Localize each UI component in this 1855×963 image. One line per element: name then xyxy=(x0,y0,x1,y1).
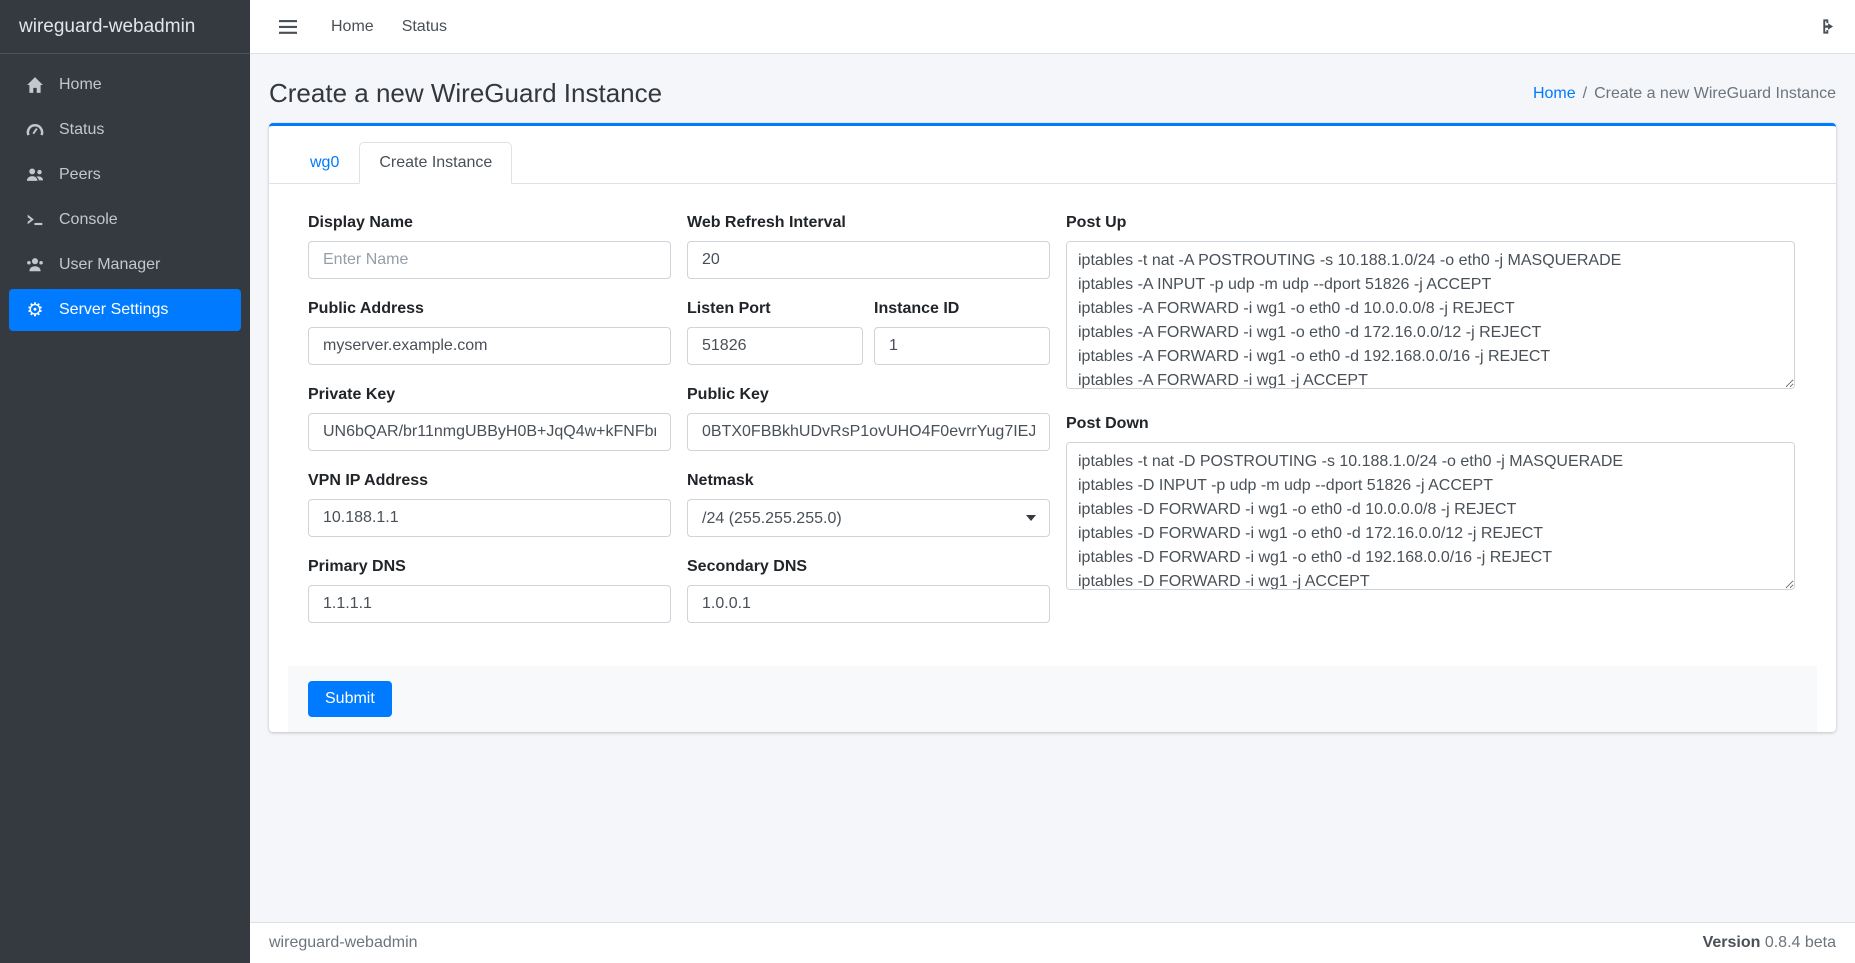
listen-port-group: Listen Port xyxy=(687,300,863,365)
home-icon xyxy=(23,76,47,94)
submit-button[interactable]: Submit xyxy=(308,681,392,717)
sidebar-item-peers[interactable]: Peers xyxy=(9,154,241,196)
primary-dns-label: Primary DNS xyxy=(308,558,671,576)
sidebar-item-server-settings[interactable]: ⚙ Server Settings xyxy=(9,289,241,331)
primary-dns-group: Primary DNS xyxy=(308,558,671,623)
public-address-group: Public Address xyxy=(308,300,671,365)
content-header: Create a new WireGuard Instance Home / Cre… xyxy=(269,54,1836,123)
topnav-link-home[interactable]: Home xyxy=(317,14,388,40)
web-refresh-group: Web Refresh Interval xyxy=(687,214,1050,279)
sidebar-item-label: Home xyxy=(59,76,102,94)
footer-version-label: Version xyxy=(1703,934,1761,951)
main-column: Home Status Create a new WireGuard Insta… xyxy=(250,0,1855,963)
gears-icon: ⚙ xyxy=(23,301,47,320)
page-title: Create a new WireGuard Instance xyxy=(269,78,662,109)
terminal-icon xyxy=(23,211,47,229)
post-down-textarea[interactable]: iptables -t nat -D POSTROUTING -s 10.188… xyxy=(1066,442,1795,590)
app-root: wireguard-webadmin Home Status Peers xyxy=(0,0,1855,963)
post-down-label: Post Down xyxy=(1066,415,1795,433)
sidebar: wireguard-webadmin Home Status Peers xyxy=(0,0,250,963)
instance-id-label: Instance ID xyxy=(874,300,1050,318)
top-navbar: Home Status xyxy=(250,0,1855,54)
sidebar-item-console[interactable]: Console xyxy=(9,199,241,241)
sidebar-menu: Home Status Peers Console xyxy=(0,54,250,334)
breadcrumb-current: Create a new WireGuard Instance xyxy=(1594,85,1836,102)
listen-port-input[interactable] xyxy=(687,327,863,365)
tab-wg0[interactable]: wg0 xyxy=(290,142,359,184)
sidebar-brand[interactable]: wireguard-webadmin xyxy=(0,0,250,54)
vpn-ip-label: VPN IP Address xyxy=(308,472,671,490)
private-key-input[interactable] xyxy=(308,413,671,451)
footer-version: Version 0.8.4 beta xyxy=(1703,934,1836,952)
footer-version-value: 0.8.4 beta xyxy=(1765,934,1836,951)
breadcrumb-home-link[interactable]: Home xyxy=(1533,85,1576,102)
page-footer: wireguard-webadmin Version 0.8.4 beta xyxy=(250,922,1855,963)
netmask-select[interactable]: /24 (255.255.255.0) xyxy=(687,499,1050,537)
sidebar-item-label: Status xyxy=(59,121,104,139)
private-key-label: Private Key xyxy=(308,386,671,404)
sidebar-item-label: Server Settings xyxy=(59,301,168,319)
sidebar-item-status[interactable]: Status xyxy=(9,109,241,151)
instance-form: Display Name Public Address Private Key xyxy=(269,184,1836,662)
public-address-input[interactable] xyxy=(308,327,671,365)
instance-id-group: Instance ID xyxy=(874,300,1050,365)
public-key-input[interactable] xyxy=(687,413,1050,451)
footer-brand: wireguard-webadmin xyxy=(269,934,418,952)
content-area: Create a new WireGuard Instance Home / Cre… xyxy=(250,54,1855,922)
topnav-link-status[interactable]: Status xyxy=(388,14,461,40)
form-column-1: Display Name Public Address Private Key xyxy=(308,214,671,644)
form-column-3: Post Up iptables -t nat -A POSTROUTING -… xyxy=(1066,214,1795,644)
tab-create-instance[interactable]: Create Instance xyxy=(359,142,512,184)
secondary-dns-input[interactable] xyxy=(687,585,1050,623)
menu-icon[interactable] xyxy=(269,15,307,39)
instance-id-input[interactable] xyxy=(874,327,1050,365)
sidebar-item-home[interactable]: Home xyxy=(9,64,241,106)
display-name-input[interactable] xyxy=(308,241,671,279)
sidebar-item-label: Console xyxy=(59,211,118,229)
post-up-label: Post Up xyxy=(1066,214,1795,232)
sidebar-item-user-manager[interactable]: User Manager xyxy=(9,244,241,286)
netmask-group: Netmask /24 (255.255.255.0) xyxy=(687,472,1050,537)
instance-tabs: wg0 Create Instance xyxy=(269,126,1836,184)
form-column-2: Web Refresh Interval Listen Port Instanc… xyxy=(687,214,1050,644)
gauge-icon xyxy=(23,121,47,139)
private-key-group: Private Key xyxy=(308,386,671,451)
breadcrumb-separator: / xyxy=(1583,85,1587,102)
display-name-group: Display Name xyxy=(308,214,671,279)
secondary-dns-label: Secondary DNS xyxy=(687,558,1050,576)
port-id-row: Listen Port Instance ID xyxy=(687,300,1050,365)
public-key-group: Public Key xyxy=(687,386,1050,451)
sidebar-item-label: Peers xyxy=(59,166,101,184)
form-footer: Submit xyxy=(288,666,1817,732)
sign-out-icon[interactable] xyxy=(1813,13,1836,40)
netmask-select-wrap: /24 (255.255.255.0) xyxy=(687,499,1050,537)
display-name-label: Display Name xyxy=(308,214,671,232)
listen-port-label: Listen Port xyxy=(687,300,863,318)
users-icon xyxy=(23,166,47,184)
public-address-label: Public Address xyxy=(308,300,671,318)
instance-card: wg0 Create Instance Display Name Public … xyxy=(269,123,1836,732)
public-key-label: Public Key xyxy=(687,386,1050,404)
breadcrumb: Home / Create a new WireGuard Instance xyxy=(1533,85,1836,103)
primary-dns-input[interactable] xyxy=(308,585,671,623)
web-refresh-input[interactable] xyxy=(687,241,1050,279)
sidebar-item-label: User Manager xyxy=(59,256,160,274)
post-up-textarea[interactable]: iptables -t nat -A POSTROUTING -s 10.188… xyxy=(1066,241,1795,389)
vpn-ip-input[interactable] xyxy=(308,499,671,537)
web-refresh-label: Web Refresh Interval xyxy=(687,214,1050,232)
secondary-dns-group: Secondary DNS xyxy=(687,558,1050,623)
post-up-group: Post Up iptables -t nat -A POSTROUTING -… xyxy=(1066,214,1795,394)
user-group-icon xyxy=(23,256,47,274)
post-down-group: Post Down iptables -t nat -D POSTROUTING… xyxy=(1066,415,1795,595)
vpn-ip-group: VPN IP Address xyxy=(308,472,671,537)
netmask-label: Netmask xyxy=(687,472,1050,490)
